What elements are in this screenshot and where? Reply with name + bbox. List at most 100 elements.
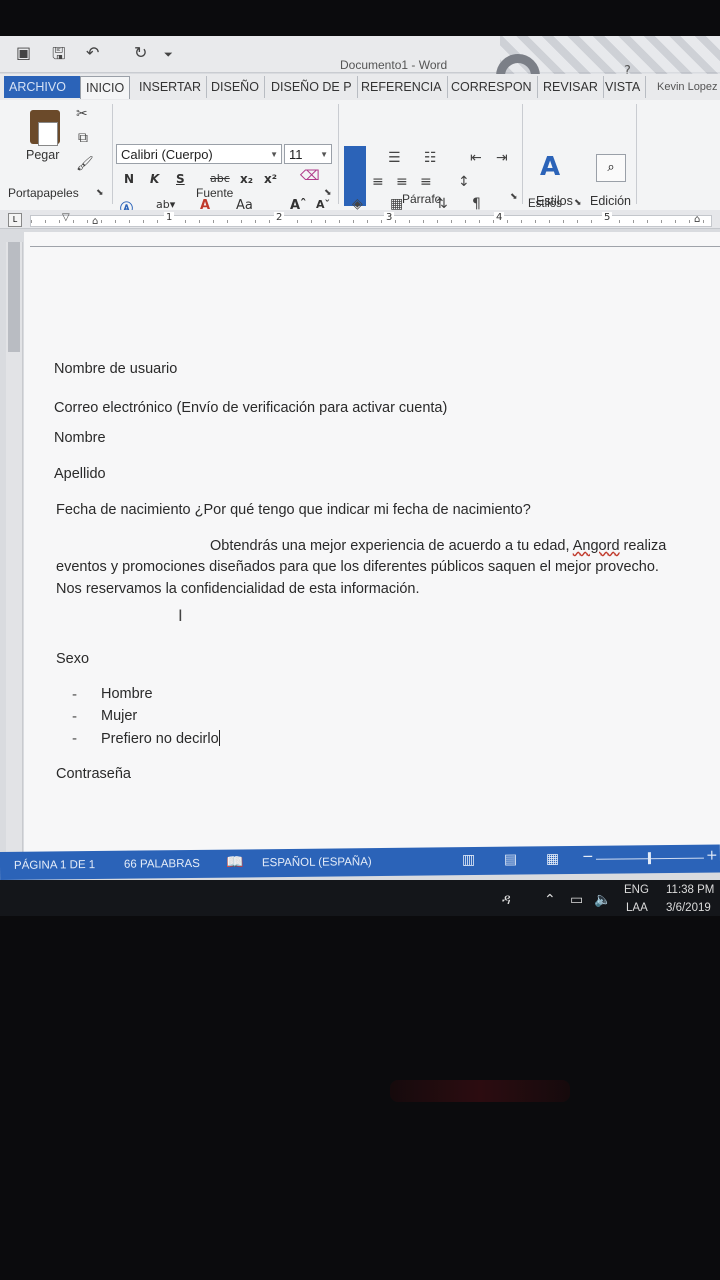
group-paragraph-label: Párrafo bbox=[402, 192, 442, 206]
doc-line-username[interactable]: Nombre de usuario bbox=[54, 361, 177, 377]
italic-button[interactable]: K bbox=[150, 172, 159, 186]
people-icon[interactable]: ዳ bbox=[502, 892, 511, 908]
strikethrough-button[interactable]: abc bbox=[210, 172, 230, 185]
tab-insert[interactable]: INSERTAR bbox=[134, 76, 208, 98]
clock-time[interactable]: 11:38 PM bbox=[666, 884, 714, 896]
editing-button[interactable]: Edición bbox=[590, 194, 631, 208]
tab-view[interactable]: VISTA bbox=[600, 76, 647, 98]
tab-design[interactable]: DISEÑO bbox=[206, 76, 265, 98]
list-dash: - bbox=[72, 731, 78, 747]
chevron-up-icon[interactable]: ⌃ bbox=[544, 892, 556, 908]
chevron-down-icon: ▼ bbox=[320, 150, 328, 159]
doc-line-email[interactable]: Correo electrónico (Envío de verificació… bbox=[54, 400, 447, 416]
word-logo-icon: ▣ bbox=[16, 43, 32, 62]
hanging-indent-marker[interactable]: ⌂ bbox=[92, 216, 98, 227]
tab-file[interactable]: ARCHIVO bbox=[4, 76, 80, 98]
tab-page-layout[interactable]: DISEÑO DE P bbox=[266, 76, 358, 98]
zoom-slider-thumb[interactable] bbox=[647, 852, 652, 865]
font-launcher-icon[interactable]: ⬊ bbox=[324, 188, 332, 198]
doc-note-line-3[interactable]: Nos reservamos la confidencialidad de es… bbox=[56, 581, 420, 597]
windows-taskbar: ዳ ⌃ ▭ 🔈 ENG LAA 11:38 PM 3/6/2019 bbox=[0, 880, 720, 916]
group-styles-label: Estilos bbox=[528, 198, 562, 210]
web-layout-icon[interactable]: ▦ bbox=[546, 851, 559, 867]
bullets-icon[interactable]: ☰ bbox=[388, 150, 401, 166]
list-item-mujer[interactable]: Mujer bbox=[101, 708, 137, 724]
editing-icon[interactable]: ⌕ bbox=[596, 154, 626, 182]
clear-formatting-icon[interactable]: ⌫ bbox=[300, 168, 320, 184]
font-size-value: 11 bbox=[289, 147, 303, 162]
battery-icon[interactable]: ▭ bbox=[570, 892, 583, 908]
doc-line-first-name[interactable]: Nombre bbox=[54, 430, 106, 446]
doc-note-line-1[interactable]: Obtendrás una mejor experiencia de acuer… bbox=[210, 538, 666, 554]
doc-line-last-name[interactable]: Apellido bbox=[54, 466, 106, 482]
doc-sexo-label[interactable]: Sexo bbox=[56, 651, 89, 667]
language-status[interactable]: ESPAÑOL (ESPAÑA) bbox=[262, 856, 372, 869]
group-clipboard-label: Portapapeles bbox=[8, 186, 79, 200]
underline-button[interactable]: S bbox=[176, 172, 185, 186]
horizontal-ruler: L 1 2 3 4 5 ▽ ⌂ ⌂ bbox=[0, 210, 720, 229]
numbering-icon[interactable]: ☷ bbox=[424, 150, 437, 166]
styles-icon[interactable]: A bbox=[540, 152, 560, 182]
tab-review[interactable]: REVISAR bbox=[538, 76, 604, 98]
group-font-label: Fuente bbox=[196, 186, 234, 200]
superscript-button[interactable]: x² bbox=[264, 172, 277, 186]
list-item-hombre[interactable]: Hombre bbox=[101, 686, 153, 702]
tab-mailings[interactable]: CORRESPON bbox=[446, 76, 538, 98]
tab-home[interactable]: INICIO bbox=[80, 76, 131, 99]
copy-icon[interactable]: ⧉ bbox=[78, 130, 88, 146]
align-center-icon[interactable]: ≡ bbox=[396, 174, 408, 190]
paste-button[interactable]: Pegar bbox=[26, 148, 59, 162]
align-right-icon[interactable]: ≡ bbox=[420, 174, 432, 190]
clock-date[interactable]: 3/6/2019 bbox=[666, 902, 711, 914]
decrease-indent-icon[interactable]: ⇤ bbox=[470, 150, 482, 166]
volume-icon[interactable]: 🔈 bbox=[594, 892, 611, 908]
line-spacing-icon[interactable]: ↕ bbox=[458, 174, 470, 190]
proofing-icon[interactable]: 📖 bbox=[226, 854, 244, 870]
customize-qat-icon[interactable]: ⏷ bbox=[164, 48, 173, 62]
redo-icon[interactable]: ↻ bbox=[134, 43, 147, 62]
chevron-down-icon: ▼ bbox=[270, 150, 278, 159]
doc-note-line-1-b: realiza bbox=[619, 538, 667, 554]
save-icon[interactable]: 🖫 bbox=[52, 43, 66, 70]
window-title: Documento1 - Word bbox=[340, 58, 448, 72]
paste-icon[interactable] bbox=[30, 110, 60, 146]
zoom-in-icon[interactable]: + bbox=[706, 847, 718, 863]
list-dash: - bbox=[72, 687, 78, 703]
cut-icon[interactable]: ✂ bbox=[76, 106, 88, 122]
input-layout[interactable]: LAA bbox=[626, 902, 648, 914]
bezel-reflection bbox=[390, 1080, 570, 1102]
doc-note-line-2[interactable]: eventos y promociones diseñados para que… bbox=[56, 559, 659, 575]
zoom-out-icon[interactable]: − bbox=[582, 849, 594, 865]
ruler-number: 1 bbox=[164, 212, 175, 223]
styles-launcher-icon[interactable]: ⬊ bbox=[574, 198, 582, 208]
ribbon-tabs: ARCHIVO INICIO INSERTAR DISEÑO DISEÑO DE… bbox=[0, 74, 720, 100]
subscript-button[interactable]: x₂ bbox=[240, 172, 253, 186]
word-count[interactable]: 66 PALABRAS bbox=[124, 858, 200, 871]
user-name[interactable]: Kevin Lopez bbox=[652, 76, 720, 98]
clipboard-launcher-icon[interactable]: ⬊ bbox=[96, 188, 104, 198]
doc-line-birthdate[interactable]: Fecha de nacimiento ¿Por qué tengo que i… bbox=[56, 502, 531, 518]
increase-indent-icon[interactable]: ⇥ bbox=[496, 150, 508, 166]
group-separator bbox=[338, 104, 339, 204]
ruler-number: 3 bbox=[384, 212, 395, 223]
bold-button[interactable]: N bbox=[124, 172, 134, 186]
align-left-icon[interactable]: ≡ bbox=[372, 174, 384, 190]
format-painter-icon[interactable]: 🖌 bbox=[76, 156, 94, 172]
first-line-indent-marker[interactable]: ▽ bbox=[62, 212, 70, 223]
ruler-number: 4 bbox=[494, 212, 505, 223]
undo-icon[interactable]: ↶ bbox=[86, 43, 99, 62]
font-name-box[interactable]: Calibri (Cuerpo) ▼ bbox=[116, 144, 282, 164]
read-mode-icon[interactable]: ▥ bbox=[462, 852, 475, 868]
list-item-prefiero[interactable]: Prefiero no decirlo bbox=[101, 730, 220, 747]
page-count[interactable]: PÁGINA 1 DE 1 bbox=[14, 859, 95, 872]
tab-selector[interactable]: L bbox=[8, 213, 22, 227]
right-indent-marker[interactable]: ⌂ bbox=[694, 214, 700, 225]
doc-password-label[interactable]: Contraseña bbox=[56, 766, 131, 782]
vertical-ruler-margin bbox=[8, 242, 20, 352]
group-separator bbox=[636, 104, 637, 204]
print-layout-icon[interactable]: ▤ bbox=[504, 852, 517, 868]
paragraph-launcher-icon[interactable]: ⬊ bbox=[510, 192, 518, 202]
font-size-box[interactable]: 11 ▼ bbox=[284, 144, 332, 164]
input-language[interactable]: ENG bbox=[624, 884, 649, 896]
tab-references[interactable]: REFERENCIA bbox=[356, 76, 448, 98]
